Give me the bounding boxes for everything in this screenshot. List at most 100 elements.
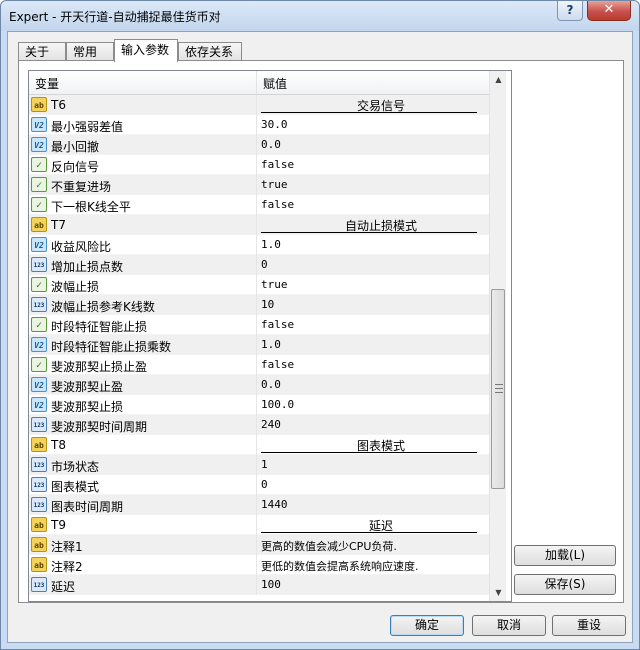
parameter-row[interactable]: ✓ 时段特征智能止损 false (29, 315, 489, 335)
column-header-variable[interactable]: 变量 (35, 75, 59, 92)
parameter-row[interactable]: 123 斐波那契时间周期 240 (29, 415, 489, 435)
value-cell[interactable]: 0.0 (261, 138, 281, 151)
variable-name: 时段特征智能止损乘数 (51, 340, 172, 354)
parameter-row[interactable]: 123 图表时间周期 1440 (29, 495, 489, 515)
variable-cell[interactable]: ab T7 (29, 215, 257, 235)
value-cell[interactable]: false (261, 318, 294, 331)
dialog-client-area: 关于 常用 输入参数 依存关系 变量 赋值 ab T6 交易信号 V2 最小强弱差值 30… (7, 31, 633, 643)
variable-cell[interactable]: 123 斐波那契时间周期 (29, 415, 257, 435)
parameter-row[interactable]: ab T8 图表模式 (29, 435, 489, 455)
parameter-row[interactable]: ab 注释1 更高的数值会减少CPU负荷. (29, 535, 489, 555)
parameter-row[interactable]: 123 延迟 100 (29, 575, 489, 595)
value-cell[interactable]: 0 (261, 478, 268, 491)
section-separator-value[interactable]: 图表模式 (261, 437, 477, 453)
parameter-row[interactable]: 123 波幅止损参考K线数 10 (29, 295, 489, 315)
variable-cell[interactable]: ✓ 下一根K线全平 (29, 195, 257, 215)
variable-cell[interactable]: ✓ 时段特征智能止损 (29, 315, 257, 335)
value-cell[interactable]: false (261, 158, 294, 171)
variable-cell[interactable]: 123 波幅止损参考K线数 (29, 295, 257, 315)
variable-cell[interactable]: ✓ 斐波那契止损止盈 (29, 355, 257, 375)
value-cell[interactable]: 1.0 (261, 338, 281, 351)
reset-button[interactable]: 重设 (552, 615, 626, 636)
variable-cell[interactable]: ✓ 波幅止损 (29, 275, 257, 295)
value-cell[interactable]: 0 (261, 258, 268, 271)
variable-cell[interactable]: ✓ 反向信号 (29, 155, 257, 175)
variable-cell[interactable]: V2 收益风险比 (29, 235, 257, 255)
variable-cell[interactable]: ✓ 不重复进场 (29, 175, 257, 195)
parameter-row[interactable]: V2 斐波那契止损 100.0 (29, 395, 489, 415)
scroll-thumb[interactable] (491, 289, 505, 489)
variable-cell[interactable]: 123 图表模式 (29, 475, 257, 495)
tab-dependencies[interactable]: 依存关系 (178, 42, 242, 61)
parameter-row[interactable]: ab T9 延迟 (29, 515, 489, 535)
load-button[interactable]: 加载(L) (514, 545, 616, 566)
value-cell[interactable]: 1.0 (261, 238, 281, 251)
value-cell[interactable]: false (261, 198, 294, 211)
section-separator-value[interactable]: 延迟 (261, 517, 477, 533)
parameter-row[interactable]: ab T6 交易信号 (29, 95, 489, 115)
scroll-up-arrow-icon[interactable]: ▲ (490, 71, 507, 88)
parameter-row[interactable]: ab T7 自动止损模式 (29, 215, 489, 235)
value-cell[interactable]: 100.0 (261, 398, 294, 411)
value-cell[interactable]: 10 (261, 298, 274, 311)
parameter-row[interactable]: 123 市场状态 1 (29, 455, 489, 475)
tab-inputs[interactable]: 输入参数 (114, 39, 178, 62)
column-header-value[interactable]: 赋值 (263, 75, 287, 92)
variable-cell[interactable]: 123 市场状态 (29, 455, 257, 475)
tab-common[interactable]: 常用 (66, 42, 114, 61)
header-divider[interactable] (256, 71, 257, 95)
variable-cell[interactable]: V2 斐波那契止盈 (29, 375, 257, 395)
section-separator-value[interactable]: 交易信号 (261, 97, 477, 113)
parameter-row[interactable]: 123 图表模式 0 (29, 475, 489, 495)
parameter-row[interactable]: ✓ 不重复进场 true (29, 175, 489, 195)
variable-name: 不重复进场 (51, 180, 112, 194)
ok-button[interactable]: 确定 (390, 615, 464, 636)
variable-cell[interactable]: V2 斐波那契止损 (29, 395, 257, 415)
vertical-scrollbar[interactable]: ▲ ▼ (489, 71, 506, 601)
value-cell[interactable]: true (261, 278, 288, 291)
variable-cell[interactable]: 123 图表时间周期 (29, 495, 257, 515)
parameter-row[interactable]: V2 收益风险比 1.0 (29, 235, 489, 255)
value-cell[interactable]: 100 (261, 578, 281, 591)
variable-name: 时段特征智能止损 (51, 320, 148, 334)
variable-cell[interactable]: V2 时段特征智能止损乘数 (29, 335, 257, 355)
variable-cell[interactable]: ab T8 (29, 435, 257, 455)
help-button[interactable]: ? (557, 1, 583, 21)
parameter-row[interactable]: ✓ 反向信号 false (29, 155, 489, 175)
scroll-down-arrow-icon[interactable]: ▼ (490, 584, 507, 601)
value-cell[interactable]: 更高的数值会减少CPU负荷. (261, 538, 397, 554)
cancel-button[interactable]: 取消 (472, 615, 546, 636)
parameter-row[interactable]: V2 斐波那契止盈 0.0 (29, 375, 489, 395)
value-cell[interactable]: 更低的数值会提高系统响应速度. (261, 558, 419, 574)
value-cell[interactable]: 1 (261, 458, 268, 471)
title-bar[interactable]: Expert - 开天行道-自动捕捉最佳货币对 ? ✕ (1, 1, 639, 31)
close-button[interactable]: ✕ (587, 1, 631, 21)
variable-cell[interactable]: V2 最小回撤 (29, 135, 257, 155)
string-type-icon: ab (31, 217, 47, 232)
value-cell[interactable]: 30.0 (261, 118, 288, 131)
parameters-list[interactable]: 变量 赋值 ab T6 交易信号 V2 最小强弱差值 30.0 V2 最小回撤 0.0 ✓ 反向信号… (28, 70, 512, 602)
parameter-row[interactable]: 123 增加止损点数 0 (29, 255, 489, 275)
parameter-row[interactable]: ab 注释2 更低的数值会提高系统响应速度. (29, 555, 489, 575)
value-cell[interactable]: 0.0 (261, 378, 281, 391)
save-button[interactable]: 保存(S) (514, 574, 616, 595)
tab-about[interactable]: 关于 (18, 42, 66, 61)
variable-cell[interactable]: V2 最小强弱差值 (29, 115, 257, 135)
parameter-row[interactable]: ✓ 波幅止损 true (29, 275, 489, 295)
value-cell[interactable]: true (261, 178, 288, 191)
parameter-row[interactable]: ✓ 斐波那契止损止盈 false (29, 355, 489, 375)
variable-cell[interactable]: 123 延迟 (29, 575, 257, 595)
parameter-row[interactable]: V2 时段特征智能止损乘数 1.0 (29, 335, 489, 355)
variable-cell[interactable]: 123 增加止损点数 (29, 255, 257, 275)
variable-cell[interactable]: ab 注释2 (29, 555, 257, 575)
section-separator-value[interactable]: 自动止损模式 (261, 217, 477, 233)
variable-cell[interactable]: ab T6 (29, 95, 257, 115)
parameter-row[interactable]: V2 最小回撤 0.0 (29, 135, 489, 155)
variable-cell[interactable]: ab 注释1 (29, 535, 257, 555)
value-cell[interactable]: 1440 (261, 498, 288, 511)
parameter-row[interactable]: V2 最小强弱差值 30.0 (29, 115, 489, 135)
value-cell[interactable]: false (261, 358, 294, 371)
variable-cell[interactable]: ab T9 (29, 515, 257, 535)
parameter-row[interactable]: ✓ 下一根K线全平 false (29, 195, 489, 215)
value-cell[interactable]: 240 (261, 418, 281, 431)
